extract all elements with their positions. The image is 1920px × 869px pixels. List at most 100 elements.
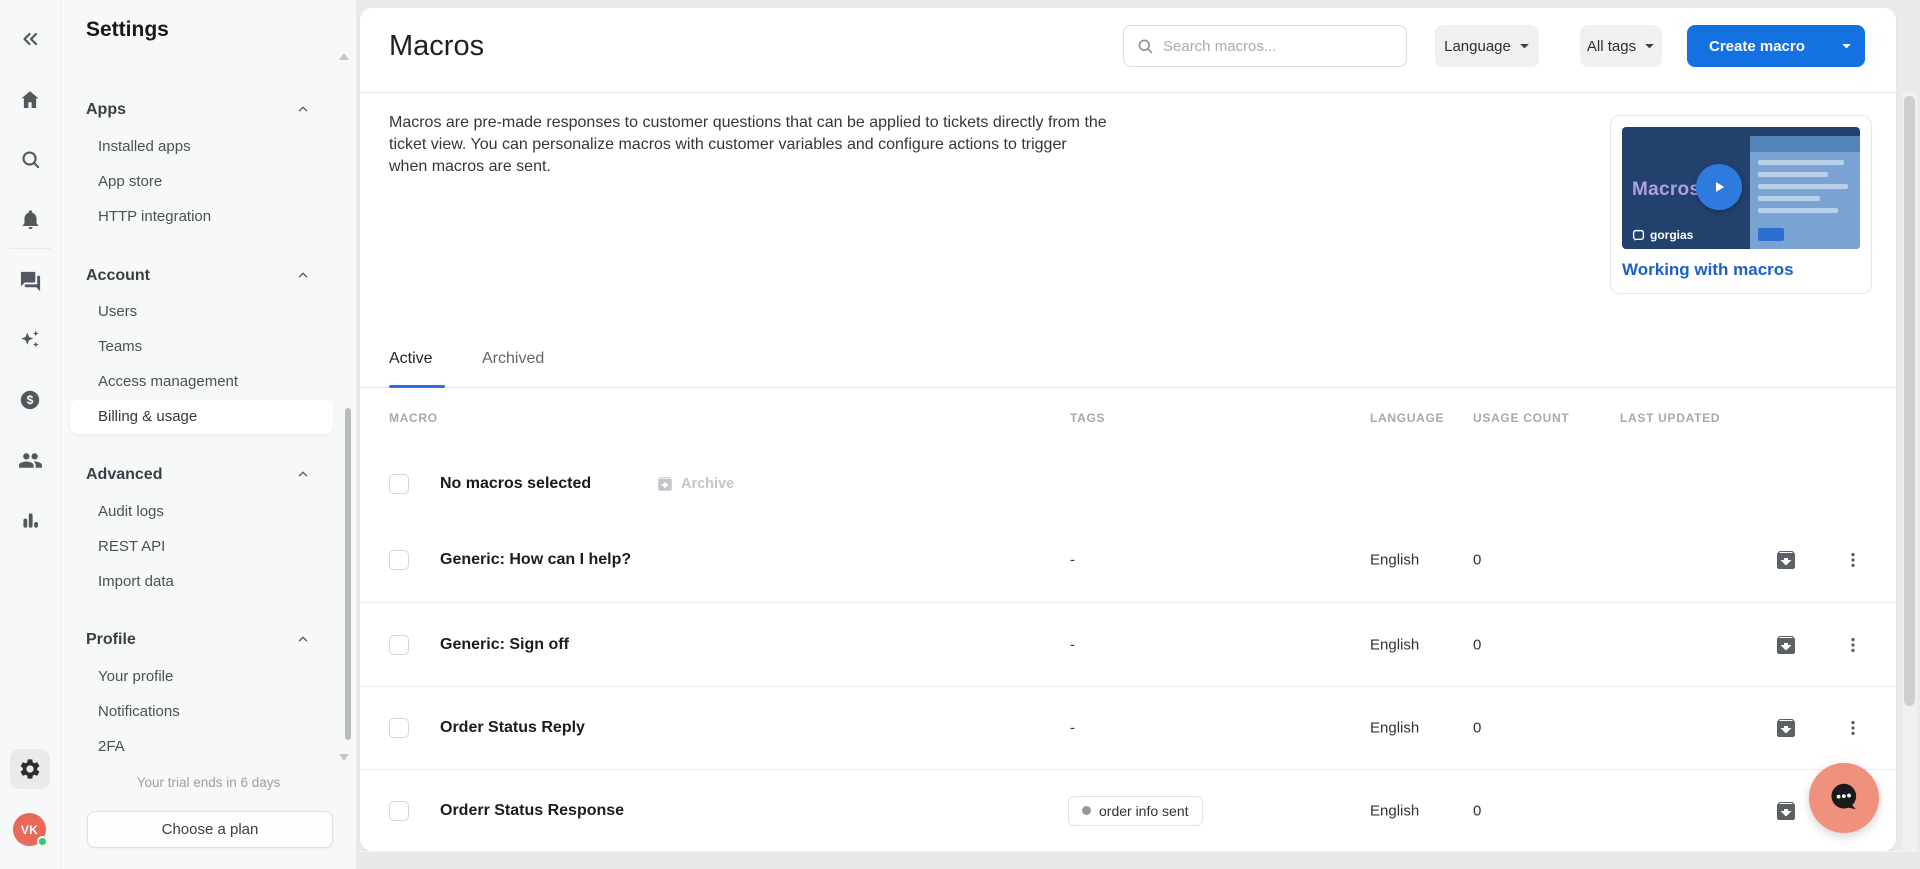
brand-mark: gorgias: [1632, 228, 1693, 242]
settings-nav-button[interactable]: [10, 749, 50, 789]
play-button[interactable]: [1696, 164, 1742, 210]
macro-row[interactable]: Generic: How can I help? - English 0: [360, 518, 1896, 602]
macro-name[interactable]: Generic: How can I help?: [440, 551, 631, 569]
macro-usage-count: 0: [1473, 802, 1482, 819]
scroll-down-indicator-icon[interactable]: [338, 752, 350, 762]
macro-name[interactable]: Orderr Status Response: [440, 802, 624, 820]
row-menu-button[interactable]: [1840, 715, 1866, 741]
vertical-scrollbar-thumb[interactable]: [1904, 96, 1915, 706]
macros-panel: Macros Language All tags Create macro Ma…: [360, 8, 1896, 851]
tag-dot-icon: [1082, 806, 1091, 815]
macro-row[interactable]: Order Status Reply - English 0: [360, 686, 1896, 769]
sidebar-item-http-integration[interactable]: HTTP integration: [98, 202, 211, 232]
chevron-up-icon[interactable]: [296, 467, 310, 481]
sidebar-section-advanced[interactable]: Advanced: [86, 460, 162, 490]
sidebar-item-billing-usage[interactable]: Billing & usage: [98, 400, 197, 434]
sidebar-item-users[interactable]: Users: [98, 297, 137, 327]
chat-bubble-icon: [1825, 779, 1863, 817]
statistics-nav-button[interactable]: [10, 500, 50, 540]
select-all-checkbox[interactable]: [389, 474, 409, 494]
sidebar-item-rest-api[interactable]: REST API: [98, 532, 165, 562]
search-macros-input[interactable]: [1163, 37, 1394, 55]
conversations-nav-button[interactable]: [10, 261, 50, 301]
archive-selected-button[interactable]: Archive: [656, 475, 734, 493]
sidebar-item-audit-logs[interactable]: Audit logs: [98, 497, 164, 527]
people-icon: [18, 448, 43, 473]
column-header-language: LANGUAGE: [1370, 411, 1445, 425]
row-checkbox[interactable]: [389, 800, 409, 821]
archive-row-button[interactable]: [1773, 715, 1799, 741]
sidebar-item-teams[interactable]: Teams: [98, 332, 142, 362]
dollar-coin-icon: $: [18, 388, 42, 412]
sidebar-section-account[interactable]: Account: [86, 261, 150, 291]
collapse-sidebar-button[interactable]: [10, 19, 50, 59]
thumbnail-screenshot-decoration: [1750, 136, 1860, 249]
archive-row-button[interactable]: [1773, 547, 1799, 573]
home-nav-button[interactable]: [10, 80, 50, 120]
sidebar-section-apps[interactable]: Apps: [86, 95, 126, 125]
macro-usage-count: 0: [1473, 719, 1482, 737]
video-thumbnail[interactable]: Macros gorgias: [1622, 127, 1860, 249]
sidebar-item-app-store[interactable]: App store: [98, 167, 162, 197]
row-checkbox[interactable]: [389, 634, 409, 655]
bar-chart-icon: [19, 509, 42, 532]
sidebar-item-import-data[interactable]: Import data: [98, 567, 174, 597]
horizontal-scrollbar[interactable]: [360, 851, 1920, 869]
row-checkbox[interactable]: [389, 550, 409, 570]
row-menu-button[interactable]: [1840, 547, 1866, 573]
sidebar-item-access-management[interactable]: Access management: [98, 367, 238, 397]
archive-icon: [656, 475, 674, 493]
trial-note: Your trial ends in 6 days: [136, 775, 281, 790]
row-checkbox[interactable]: [389, 718, 409, 738]
sidebar-scrollbar[interactable]: [345, 408, 351, 740]
notifications-nav-button[interactable]: [10, 199, 50, 239]
sidebar-section-profile[interactable]: Profile: [86, 625, 136, 655]
app-root: $ VK Settings Apps Installed apps App st…: [0, 0, 1920, 869]
sidebar-item-2fa[interactable]: 2FA: [98, 732, 125, 762]
video-link[interactable]: Working with macros: [1622, 260, 1794, 280]
sidebar-item-installed-apps[interactable]: Installed apps: [98, 132, 191, 162]
chevron-up-icon[interactable]: [296, 102, 310, 116]
avatar[interactable]: VK: [13, 813, 48, 847]
row-menu-button[interactable]: [1840, 632, 1866, 658]
macro-usage-count: 0: [1473, 636, 1482, 653]
svg-text:$: $: [27, 393, 34, 407]
macro-row[interactable]: Generic: Sign off - English 0: [360, 602, 1896, 686]
chat-launcher-button[interactable]: [1809, 763, 1879, 833]
macro-tag-chip[interactable]: order info sent: [1068, 795, 1203, 826]
macro-tags: -: [1070, 636, 1075, 653]
create-macro-button[interactable]: Create macro: [1687, 25, 1865, 67]
search-icon: [19, 148, 42, 171]
ai-assist-nav-button[interactable]: [10, 320, 50, 360]
choose-plan-button[interactable]: Choose a plan: [87, 811, 333, 848]
macro-tags: -: [1070, 719, 1075, 737]
column-header-macro: MACRO: [389, 411, 438, 425]
search-nav-button[interactable]: [10, 139, 50, 179]
chevron-up-icon[interactable]: [296, 632, 310, 646]
video-card[interactable]: Macros gorgias Working with macros: [1610, 115, 1872, 294]
macro-usage-count: 0: [1473, 551, 1482, 569]
macro-name[interactable]: Generic: Sign off: [440, 636, 569, 654]
selection-bar: No macros selected Archive: [360, 450, 1896, 518]
home-icon: [18, 88, 42, 112]
scroll-up-indicator-icon[interactable]: [338, 52, 350, 62]
sidebar-item-your-profile[interactable]: Your profile: [98, 662, 173, 692]
icon-rail: $ VK: [0, 0, 61, 869]
chevron-up-icon[interactable]: [296, 268, 310, 282]
tags-filter-button[interactable]: All tags: [1580, 25, 1662, 67]
sidebar-item-notifications[interactable]: Notifications: [98, 697, 180, 727]
macro-name[interactable]: Order Status Reply: [440, 719, 585, 737]
language-filter-button[interactable]: Language: [1435, 25, 1539, 67]
tab-active[interactable]: Active: [389, 344, 433, 374]
archive-row-button[interactable]: [1773, 632, 1799, 658]
online-status-dot: [37, 836, 48, 847]
tab-archived[interactable]: Archived: [482, 344, 544, 374]
macro-row[interactable]: Orderr Status Response order info sent E…: [360, 769, 1896, 851]
search-macros-box: [1123, 25, 1407, 67]
macro-language: English: [1370, 719, 1420, 737]
customers-nav-button[interactable]: [10, 440, 50, 480]
rail-divider: [9, 248, 51, 249]
archive-row-button[interactable]: [1773, 798, 1799, 824]
caret-down-icon[interactable]: [1841, 43, 1852, 50]
billing-nav-button[interactable]: $: [10, 380, 50, 420]
